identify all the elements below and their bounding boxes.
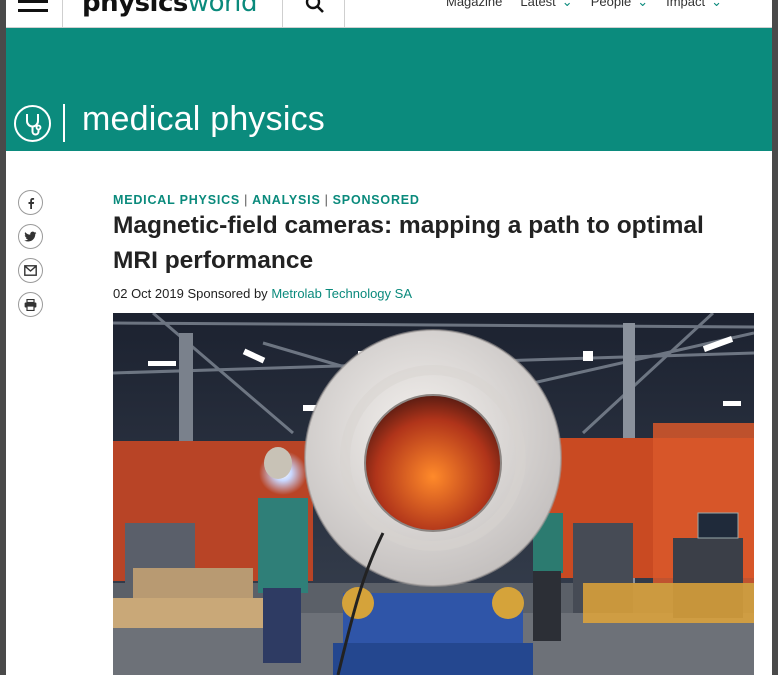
sponsor-link[interactable]: Metrolab Technology SA <box>271 286 412 301</box>
chevron-down-icon: ⌄ <box>711 0 723 9</box>
chevron-down-icon: ⌄ <box>561 0 573 9</box>
nav-item-magazine[interactable]: Magazine <box>446 0 502 10</box>
top-navigation: physicsworld Magazine Latest ⌄ People ⌄ Im… <box>6 0 772 28</box>
share-bar <box>18 190 43 326</box>
nav-item-people[interactable]: People ⌄ <box>591 0 648 10</box>
share-twitter-button[interactable] <box>18 224 43 249</box>
article-title: Magnetic-field cameras: mapping a path t… <box>113 212 704 274</box>
share-email-button[interactable] <box>18 258 43 283</box>
nav-label: People <box>590 0 632 9</box>
kicker-separator: | <box>244 193 249 207</box>
nav-label: Latest <box>520 0 556 9</box>
search-icon <box>305 0 324 13</box>
kicker-analysis[interactable]: ANALYSIS <box>252 193 320 207</box>
chevron-down-icon: ⌄ <box>637 0 649 9</box>
hamburger-line <box>18 9 48 12</box>
nav-item-latest[interactable]: Latest ⌄ <box>520 0 572 10</box>
logo-accent: world <box>187 0 258 18</box>
nav-label: Magazine <box>446 0 503 9</box>
kicker-medical-physics[interactable]: MEDICAL PHYSICS <box>113 193 240 207</box>
banner-divider <box>63 104 65 142</box>
section-title[interactable]: medical physics <box>82 100 325 139</box>
sponsored-by-label: Sponsored by <box>187 286 268 301</box>
nav-label: Impact <box>666 0 706 9</box>
share-facebook-button[interactable] <box>18 190 43 215</box>
search-button[interactable] <box>282 0 345 28</box>
main-nav: Magazine Latest ⌄ People ⌄ Impact ⌄ <box>446 0 740 10</box>
article-byline: 02 Oct 2019 Sponsored by Metrolab Techno… <box>113 286 412 301</box>
nav-item-impact[interactable]: Impact ⌄ <box>666 0 722 10</box>
site-logo[interactable]: physicsworld <box>82 0 257 18</box>
kicker-sponsored[interactable]: SPONSORED <box>333 193 420 207</box>
hamburger-line <box>18 0 48 3</box>
factory-photo <box>113 313 754 675</box>
email-icon <box>24 265 37 276</box>
article-date: 02 Oct 2019 <box>113 286 184 301</box>
article-page: physicsworld Magazine Latest ⌄ People ⌄ Im… <box>6 0 772 675</box>
logo-main: physics <box>82 0 188 18</box>
kicker-separator: | <box>324 193 329 207</box>
print-icon <box>24 298 37 311</box>
stethoscope-icon <box>14 105 51 142</box>
article-kicker: MEDICAL PHYSICS | ANALYSIS | SPONSORED <box>113 193 420 207</box>
print-button[interactable] <box>18 292 43 317</box>
article-hero-image <box>113 313 754 675</box>
twitter-icon <box>24 231 37 241</box>
menu-button[interactable] <box>6 0 63 28</box>
section-banner: medical physics <box>6 28 772 151</box>
facebook-icon <box>28 197 34 209</box>
